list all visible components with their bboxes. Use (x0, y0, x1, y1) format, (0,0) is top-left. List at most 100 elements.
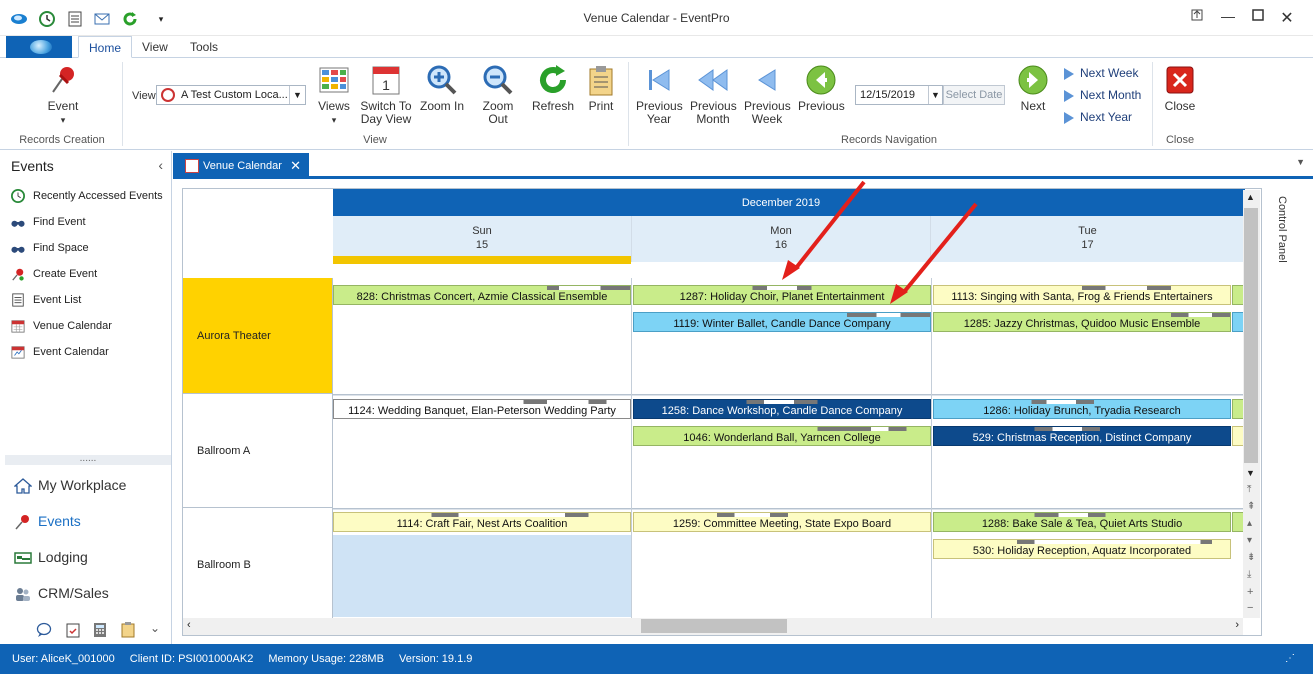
previous-week-button[interactable]: Previous Week (744, 64, 791, 126)
tabs-dropdown-icon[interactable]: ▼ (1296, 157, 1305, 167)
select-date-button[interactable]: Select Date (943, 85, 1005, 105)
sidebar-item-find-space[interactable]: Find Space (10, 238, 89, 258)
views-dropdown-icon: ▾ (331, 115, 337, 125)
previous-year-button[interactable]: Previous Year (636, 64, 683, 126)
close-tab-icon[interactable]: ✕ (290, 153, 301, 179)
date-field[interactable]: 12/15/2019 ▼ (855, 85, 943, 105)
views-button[interactable]: Views ▾ (314, 64, 354, 127)
previous-month-button[interactable]: Previous Month (690, 64, 737, 126)
sidebar-item-create-event[interactable]: Create Event (10, 264, 97, 284)
maximize-icon[interactable] (1247, 8, 1269, 28)
event-1113[interactable]: 1113: Singing with Santa, Frog & Friends… (933, 285, 1231, 305)
zoom-in-button[interactable]: Zoom In (418, 64, 466, 113)
scroll-page-down-icon[interactable]: ⇟ (1247, 552, 1255, 563)
zoom-in-icon (427, 65, 457, 95)
event-1258[interactable]: 1258: Dance Workshop, Candle Dance Compa… (633, 399, 931, 419)
horizontal-scrollbar[interactable]: ‹ › (183, 618, 1243, 635)
next-button[interactable]: Next (1012, 64, 1054, 113)
zoom-plus-icon[interactable]: + (1247, 586, 1253, 598)
event-1114[interactable]: 1114: Craft Fair, Nest Arts Coalition (333, 512, 631, 532)
vertical-scroll-thumb[interactable] (1244, 208, 1258, 463)
switch-to-day-view-button[interactable]: 1 Switch To Day View (360, 64, 412, 126)
event-1046[interactable]: 1046: Wonderland Ball, Yarncen College (633, 426, 931, 446)
calculator-icon[interactable] (93, 622, 107, 638)
resize-grip-icon[interactable]: ⋰ (1285, 644, 1295, 674)
close-button[interactable]: Close (1162, 64, 1198, 113)
next-year-button[interactable]: Next Year (1064, 110, 1132, 124)
event-530[interactable]: 530: Holiday Reception, Aquatz Incorpora… (933, 539, 1231, 559)
event-529[interactable]: 529: Christmas Reception, Distinct Compa… (933, 426, 1231, 446)
scroll-top-icon[interactable]: ⤒ (1247, 484, 1251, 495)
horizontal-scroll-thumb[interactable] (641, 619, 787, 633)
chevron-down-icon[interactable]: ▼ (289, 86, 305, 104)
chevron-down-icon[interactable]: ▼ (928, 86, 942, 104)
event-828[interactable]: 828: Christmas Concert, Azmie Classical … (333, 285, 631, 305)
clipboard-icon[interactable] (121, 622, 135, 638)
scroll-row-up-icon[interactable]: ▴ (1247, 518, 1252, 529)
event-1285[interactable]: 1285: Jazzy Christmas, Quidoo Music Ense… (933, 312, 1231, 332)
pin-window-icon[interactable] (1186, 8, 1208, 28)
ribbon: Event ▾ Records Creation View A Test Cust… (0, 58, 1313, 150)
event-button[interactable]: Event ▾ (36, 64, 90, 127)
row-divider (333, 395, 1245, 396)
sidebar-splitter[interactable]: ...... (5, 454, 171, 465)
day-header-tue[interactable]: Tue 17 (931, 216, 1245, 262)
chat-bubble-icon[interactable] (36, 622, 52, 638)
event-1287[interactable]: 1287: Holiday Choir, Planet Entertainmen… (633, 285, 931, 305)
scroll-down-icon[interactable]: ▼ (1246, 468, 1255, 478)
scroll-up-icon[interactable]: ▲ (1246, 192, 1255, 202)
sidebar-item-find-event[interactable]: Find Event (10, 212, 86, 232)
next-week-button[interactable]: Next Week (1064, 66, 1138, 80)
control-panel-toggle[interactable]: Control Panel (1272, 196, 1288, 276)
calendar-day-icon: 1 (372, 66, 400, 95)
day-header-mon[interactable]: Mon 16 (632, 216, 931, 262)
status-bar: User: AliceK_001000 Client ID: PSI001000… (0, 644, 1313, 674)
event-1288[interactable]: 1288: Bake Sale & Tea, Quiet Arts Studio (933, 512, 1231, 532)
people-icon (16, 588, 30, 602)
minimize-icon[interactable]: — (1217, 8, 1239, 28)
refresh-button[interactable]: Refresh (530, 64, 576, 113)
scroll-left-icon[interactable]: ‹ (187, 619, 191, 631)
resource-ballroom-a[interactable]: Ballroom A (183, 394, 333, 508)
resource-aurora-theater[interactable]: Aurora Theater (183, 278, 333, 394)
tab-venue-calendar[interactable]: Venue Calendar ✕ (173, 153, 309, 179)
scroll-bottom-icon[interactable]: ⤓ (1247, 569, 1251, 580)
application-menu-button[interactable] (6, 36, 72, 58)
tab-view[interactable]: View (132, 36, 178, 58)
next-month-button[interactable]: Next Month (1064, 88, 1141, 102)
zoom-minus-icon[interactable]: − (1247, 602, 1253, 614)
event-1286[interactable]: 1286: Holiday Brunch, Tryadia Research (933, 399, 1231, 419)
collapse-sidebar-icon[interactable]: ‹ (158, 157, 163, 173)
nav-events[interactable]: Events (14, 508, 81, 534)
event-1119[interactable]: 1119: Winter Ballet, Candle Dance Compan… (633, 312, 931, 332)
skip-forward-icon (1064, 111, 1074, 124)
chevron-down-icon[interactable]: ⌄ (150, 621, 160, 635)
scroll-page-up-icon[interactable]: ⇞ (1247, 501, 1255, 512)
nav-my-workplace[interactable]: My Workplace (14, 472, 126, 498)
view-select[interactable]: A Test Custom Loca... ▼ (156, 85, 306, 105)
sidebar-item-event-list[interactable]: Event List (10, 290, 81, 310)
event-1259[interactable]: 1259: Committee Meeting, State Expo Boar… (633, 512, 931, 532)
scroll-right-icon[interactable]: › (1235, 619, 1239, 631)
sidebar: Events ‹ Recently Accessed Events Find E… (0, 151, 172, 644)
clipboard-check-icon[interactable] (66, 622, 80, 638)
sidebar-item-event-calendar[interactable]: Event Calendar (10, 342, 109, 362)
resource-ballroom-b[interactable]: Ballroom B (183, 508, 333, 622)
print-button[interactable]: Print (584, 64, 618, 113)
close-window-icon[interactable]: ✕ (1276, 8, 1298, 28)
vertical-scrollbar[interactable]: ▲ ▼ ⤒ ⇞ ▴ ▾ ⇟ ⤓ + − (1243, 190, 1260, 618)
sidebar-item-venue-calendar[interactable]: Venue Calendar (10, 316, 112, 336)
nav-crm-sales[interactable]: CRM/Sales (14, 580, 109, 606)
previous-button[interactable]: Previous (798, 64, 845, 113)
sidebar-item-recently-accessed-events[interactable]: Recently Accessed Events (10, 186, 163, 206)
tab-home[interactable]: Home (78, 36, 133, 58)
event-time-bar (634, 427, 930, 431)
tab-tools[interactable]: Tools (180, 36, 228, 58)
event-1124[interactable]: 1124: Wedding Banquet, Elan-Peterson Wed… (333, 399, 631, 419)
event-time-bar (334, 286, 630, 290)
scroll-row-down-icon[interactable]: ▾ (1247, 535, 1252, 546)
triangle-right-icon (1064, 67, 1074, 80)
status-client-id: Client ID: PSI001000AK2 (129, 653, 254, 665)
nav-lodging[interactable]: Lodging (14, 544, 88, 570)
zoom-out-button[interactable]: Zoom Out (472, 64, 524, 126)
